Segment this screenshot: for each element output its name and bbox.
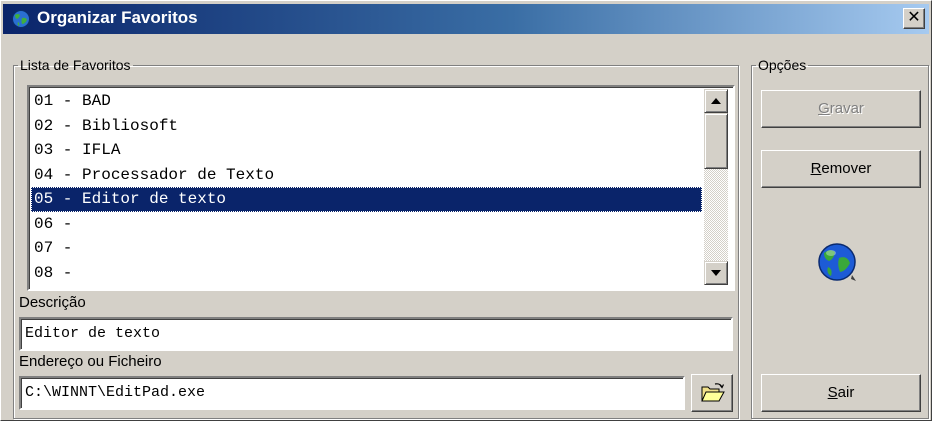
window-title: Organizar Favoritos [37, 8, 198, 27]
scroll-up-button[interactable] [704, 89, 728, 113]
address-field[interactable]: C:\WINNT\EditPad.exe [19, 376, 685, 410]
save-button[interactable]: Gravar [761, 90, 921, 128]
description-label: Descrição [19, 294, 86, 311]
arrow-up-icon [711, 98, 721, 104]
globe-icon [818, 243, 856, 281]
open-folder-icon [701, 383, 725, 402]
remove-accel: R [810, 160, 822, 177]
exit-accel: S [827, 384, 838, 401]
arrow-down-icon [711, 270, 721, 276]
favorites-list-legend: Lista de Favoritos [20, 57, 131, 73]
scroll-down-button[interactable] [704, 261, 728, 285]
exit-button[interactable]: Sair [761, 374, 921, 412]
list-item[interactable]: 01 - BAD [31, 89, 702, 114]
save-label: ravar [829, 100, 864, 117]
remove-label: emover [821, 160, 872, 177]
favorites-listbox[interactable]: 01 - BAD 02 - Bibliosoft 03 - IFLA 04 - … [27, 85, 735, 291]
description-field[interactable]: Editor de texto [19, 317, 733, 351]
organizar-favoritos-window: Organizar Favoritos ✕ Lista de Favoritos… [0, 0, 932, 421]
save-accel: G [818, 100, 830, 117]
list-item[interactable]: 06 - [31, 212, 702, 237]
list-item[interactable]: 02 - Bibliosoft [31, 114, 702, 139]
remove-button[interactable]: Remover [761, 150, 921, 188]
title-bar[interactable]: Organizar Favoritos ✕ [3, 4, 929, 34]
list-item[interactable]: 03 - IFLA [31, 138, 702, 163]
scroll-thumb[interactable] [704, 113, 728, 169]
exit-label: air [837, 384, 855, 401]
close-icon: ✕ [907, 9, 921, 26]
list-scrollbar[interactable] [704, 89, 728, 285]
favorites-list-items: 01 - BAD 02 - Bibliosoft 03 - IFLA 04 - … [31, 89, 702, 285]
browse-button[interactable] [691, 374, 733, 412]
address-label: Endereço ou Ficheiro [19, 353, 162, 370]
globe-app-icon [12, 10, 30, 28]
list-item[interactable]: 08 - [31, 261, 702, 286]
close-button[interactable]: ✕ [903, 8, 925, 29]
list-item-selected[interactable]: 05 - Editor de texto [31, 187, 702, 212]
list-item[interactable]: 04 - Processador de Texto [31, 163, 702, 188]
list-item[interactable]: 07 - [31, 236, 702, 261]
options-legend: Opções [758, 57, 807, 73]
